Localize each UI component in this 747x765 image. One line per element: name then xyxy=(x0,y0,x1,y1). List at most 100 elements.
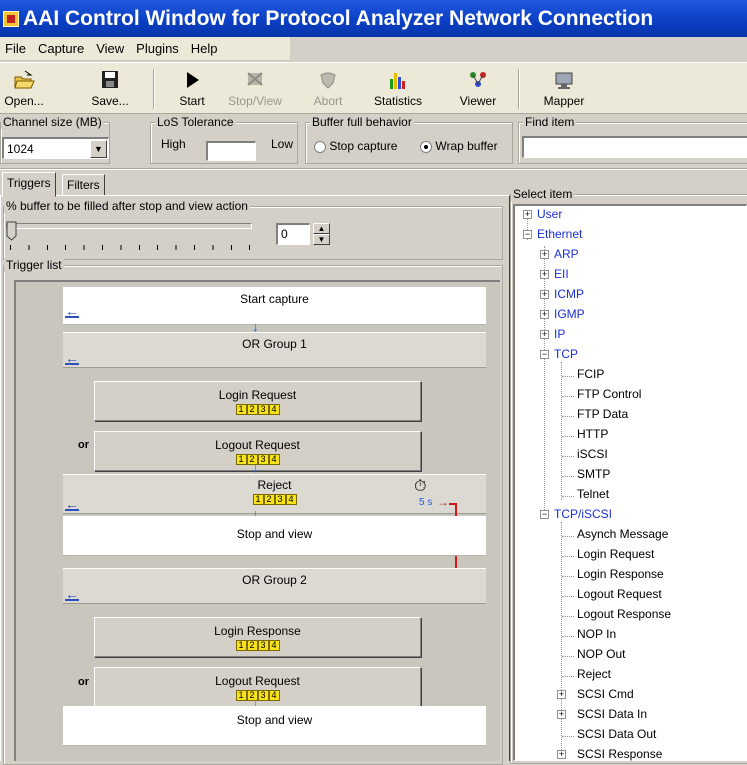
port-2[interactable]: 2 xyxy=(246,403,258,415)
back-arrow-icon[interactable]: ← xyxy=(65,304,79,318)
save-button[interactable]: Save... xyxy=(90,65,130,111)
buffer-percent-spinner[interactable]: ▲ ▼ xyxy=(313,223,330,245)
menu-capture[interactable]: Capture xyxy=(33,41,91,56)
plus-icon[interactable]: + xyxy=(540,310,549,319)
tree-item-scsi-data-in[interactable]: + SCSI Data In xyxy=(551,707,647,721)
buffer-percent-input[interactable]: 0 xyxy=(276,223,310,245)
find-item-input[interactable] xyxy=(522,136,747,158)
buffer-percent-slider[interactable] xyxy=(6,221,254,250)
slider-thumb[interactable] xyxy=(6,221,18,241)
tab-filters[interactable]: Filters xyxy=(62,174,105,196)
minus-icon[interactable]: − xyxy=(540,350,549,359)
stop-view-icon xyxy=(244,69,266,91)
los-tolerance-label: LoS Tolerance xyxy=(155,115,236,129)
tree-item-logout-request[interactable]: Logout Request xyxy=(577,587,662,601)
tree-item-scsi-data-out[interactable]: SCSI Data Out xyxy=(577,727,656,741)
chevron-down-icon[interactable]: ▼ xyxy=(90,140,107,158)
plus-icon[interactable]: + xyxy=(540,250,549,259)
plus-icon[interactable]: + xyxy=(523,210,532,219)
minus-icon[interactable]: − xyxy=(540,510,549,519)
login-request-condition[interactable]: Login Request 1234 xyxy=(94,381,421,421)
back-arrow-icon[interactable]: ← xyxy=(65,587,79,601)
tree-item-smtp[interactable]: SMTP xyxy=(577,467,610,481)
tree-item-icmp[interactable]: + ICMP xyxy=(534,287,584,301)
tree-item-fcip[interactable]: FCIP xyxy=(577,367,604,381)
mapper-button[interactable]: Mapper xyxy=(539,65,589,111)
start-button[interactable]: Start xyxy=(172,65,212,111)
tree-item-reject[interactable]: Reject xyxy=(577,667,611,681)
channel-size-combo[interactable]: 1024 ▼ xyxy=(2,137,109,159)
tree-line xyxy=(562,616,574,617)
minus-icon[interactable]: − xyxy=(523,230,532,239)
port-4[interactable]: 4 xyxy=(268,453,280,465)
port-1[interactable]: 1 xyxy=(235,639,247,651)
tree-item-login-request[interactable]: Login Request xyxy=(577,547,654,561)
port-1[interactable]: 1 xyxy=(235,689,247,701)
statistics-button[interactable]: Statistics xyxy=(372,65,424,111)
plus-icon[interactable]: + xyxy=(540,290,549,299)
tree-item-iscsi[interactable]: iSCSI xyxy=(577,447,608,461)
tree-item-scsi-cmd[interactable]: + SCSI Cmd xyxy=(551,687,634,701)
menu-plugins[interactable]: Plugins xyxy=(131,41,186,56)
viewer-button[interactable]: Viewer xyxy=(458,65,498,111)
login-response-condition[interactable]: Login Response 1234 xyxy=(94,617,421,657)
tree-item-ethernet[interactable]: − Ethernet xyxy=(517,227,582,241)
back-arrow-icon[interactable]: ← xyxy=(65,351,79,365)
tree-item-tcp[interactable]: − TCP xyxy=(534,347,578,361)
stop-capture-radio[interactable] xyxy=(314,140,326,153)
port-3[interactable]: 3 xyxy=(257,453,269,465)
tree-item-user[interactable]: + User xyxy=(517,207,562,221)
port-4[interactable]: 4 xyxy=(268,639,280,651)
tree-item-nop-in[interactable]: NOP In xyxy=(577,627,616,641)
tree-item-telnet[interactable]: Telnet xyxy=(577,487,609,501)
port-3[interactable]: 3 xyxy=(274,494,286,505)
port-1[interactable]: 1 xyxy=(252,494,264,505)
tree-item-asynch-message[interactable]: Asynch Message xyxy=(577,527,668,541)
abort-button[interactable]: Abort xyxy=(310,65,346,111)
trigger-list-label: Trigger list xyxy=(4,258,64,272)
port-3[interactable]: 3 xyxy=(257,689,269,701)
wrap-buffer-radio[interactable] xyxy=(420,140,432,153)
port-1[interactable]: 1 xyxy=(235,403,247,415)
port-2[interactable]: 2 xyxy=(263,494,275,505)
port-2[interactable]: 2 xyxy=(246,639,258,651)
tree-item-igmp[interactable]: + IGMP xyxy=(534,307,585,321)
los-tolerance-slider[interactable] xyxy=(206,141,256,161)
stop-view-button[interactable]: Stop/View xyxy=(228,65,282,111)
spin-up-icon[interactable]: ▲ xyxy=(313,223,330,234)
tree-item-ip[interactable]: + IP xyxy=(534,327,565,341)
tree-item-logout-response[interactable]: Logout Response xyxy=(577,607,671,621)
port-4[interactable]: 4 xyxy=(268,689,280,701)
tree-item-eii[interactable]: + EII xyxy=(534,267,569,281)
tree-item-tcp-iscsi[interactable]: − TCP/iSCSI xyxy=(534,507,612,521)
open-button[interactable]: Open... xyxy=(4,65,44,111)
tree-item-arp[interactable]: + ARP xyxy=(534,247,579,261)
plus-icon[interactable]: + xyxy=(540,270,549,279)
port-1[interactable]: 1 xyxy=(235,453,247,465)
plus-icon[interactable]: + xyxy=(557,750,566,759)
port-numbers: 1234 xyxy=(235,639,280,651)
back-arrow-icon[interactable]: ← xyxy=(65,497,79,511)
menu-file[interactable]: File xyxy=(0,41,33,56)
tree-item-label: SCSI Response xyxy=(577,747,663,761)
plus-icon[interactable]: + xyxy=(557,710,566,719)
stop-capture-option[interactable]: Stop capture xyxy=(314,139,397,153)
port-4[interactable]: 4 xyxy=(268,403,280,415)
port-4[interactable]: 4 xyxy=(285,494,297,505)
wrap-buffer-option[interactable]: Wrap buffer xyxy=(420,139,498,153)
tree-item-ftp-control[interactable]: FTP Control xyxy=(577,387,641,401)
tab-triggers[interactable]: Triggers xyxy=(2,172,56,197)
tree-item-http[interactable]: HTTP xyxy=(577,427,608,441)
timer-icon[interactable]: ⏱ xyxy=(414,478,426,496)
tree-item-nop-out[interactable]: NOP Out xyxy=(577,647,625,661)
spin-down-icon[interactable]: ▼ xyxy=(313,234,330,245)
port-3[interactable]: 3 xyxy=(257,403,269,415)
menu-view[interactable]: View xyxy=(91,41,131,56)
plus-icon[interactable]: + xyxy=(540,330,549,339)
port-3[interactable]: 3 xyxy=(257,639,269,651)
menu-help[interactable]: Help xyxy=(186,41,225,56)
tree-item-login-response[interactable]: Login Response xyxy=(577,567,664,581)
tree-item-scsi-response[interactable]: + SCSI Response xyxy=(551,747,662,761)
tree-item-ftp-data[interactable]: FTP Data xyxy=(577,407,628,421)
plus-icon[interactable]: + xyxy=(557,690,566,699)
